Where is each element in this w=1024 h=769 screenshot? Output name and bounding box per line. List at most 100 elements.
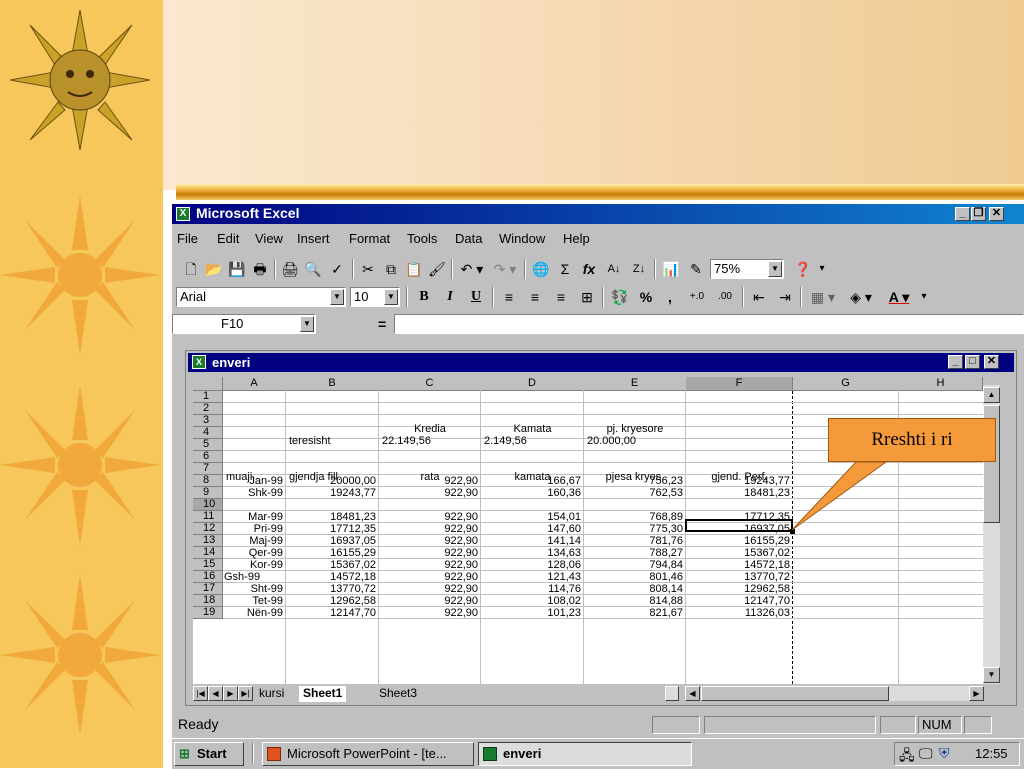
sheet-tab-sheet1[interactable]: Sheet1 [299, 686, 347, 702]
open-icon[interactable]: 📂 [204, 259, 224, 279]
cell-E12[interactable]: 775,30 [584, 524, 683, 535]
cell-A12[interactable]: Pri-99 [223, 524, 283, 535]
chart-wizard-icon[interactable]: 📊 [660, 259, 682, 279]
align-center-icon[interactable]: ≡ [524, 287, 546, 307]
next-sheet-icon[interactable]: ▶ [223, 686, 238, 701]
workbook-minimize-button[interactable]: _ [948, 355, 963, 369]
cell-A18[interactable]: Tet-99 [223, 596, 283, 607]
cell-D13[interactable]: 141,14 [481, 536, 581, 547]
sort-ascending-icon[interactable]: A↓ [603, 259, 625, 279]
cell-F19[interactable]: 11326,03 [686, 608, 790, 619]
excel-app-icon[interactable]: X [176, 207, 190, 221]
cell-A14[interactable]: Qer-99 [223, 548, 283, 559]
cell-F13[interactable]: 16155,29 [686, 536, 790, 547]
cell-D18[interactable]: 108,02 [481, 596, 581, 607]
format-painter-icon[interactable]: 🖌 [427, 259, 447, 279]
split-box[interactable] [983, 377, 1000, 385]
currency-style-icon[interactable]: 💱 [608, 287, 632, 307]
cell-E13[interactable]: 781,76 [584, 536, 683, 547]
cell-C13[interactable]: 922,90 [379, 536, 478, 547]
selected-cell-F10[interactable] [685, 519, 793, 532]
cell-D17[interactable]: 114,76 [481, 584, 581, 595]
cell-A15[interactable]: Kor-99 [223, 560, 283, 571]
minimize-button[interactable]: _ [955, 207, 970, 221]
save-icon[interactable]: 💾 [227, 259, 247, 279]
select-all-corner[interactable] [193, 377, 223, 391]
cell-B4[interactable]: teresisht [289, 436, 331, 447]
undo-icon[interactable]: ↶ ▾ [457, 259, 487, 279]
cell-B18[interactable]: 12962,58 [286, 596, 376, 607]
print-icon[interactable]: 🖨 [280, 259, 300, 279]
web-toolbar-icon[interactable]: 🌐 [530, 259, 552, 279]
cell-B13[interactable]: 16937,05 [286, 536, 376, 547]
restore-button[interactable]: ❐ [971, 207, 986, 221]
font-color-icon[interactable]: A ▾ [882, 287, 916, 307]
cell-A19[interactable]: Nën-99 [223, 608, 283, 619]
formula-input[interactable] [394, 314, 1024, 334]
cell-D3[interactable]: Kamata [483, 424, 582, 435]
column-header[interactable]: E [584, 377, 686, 391]
font-name-select[interactable]: Arial ▼ [176, 287, 346, 307]
decrease-indent-icon[interactable]: ⇤ [748, 287, 770, 307]
cut-icon[interactable]: ✂ [358, 259, 378, 279]
cell-A8[interactable]: Jan-99 [223, 476, 283, 487]
cell-C8[interactable]: 922,90 [379, 476, 478, 487]
workbook-icon[interactable]: X [192, 355, 206, 369]
cell-F10[interactable] [686, 500, 790, 511]
tray-network-icon[interactable]: 🖧 [899, 745, 915, 769]
zoom-select[interactable]: 75% ▼ [710, 259, 784, 279]
start-button[interactable]: ⊞ Start [174, 742, 244, 766]
cell-E15[interactable]: 794,84 [584, 560, 683, 571]
cell-C10[interactable] [379, 500, 478, 511]
font-size-select[interactable]: 10 ▼ [350, 287, 400, 307]
cell-B8[interactable]: 20000,00 [286, 476, 376, 487]
align-left-icon[interactable]: ≡ [498, 287, 520, 307]
menu-insert[interactable]: Insert [297, 231, 330, 246]
prev-sheet-icon[interactable]: ◀ [208, 686, 223, 701]
row-header[interactable]: 19 [193, 607, 223, 619]
cell-A16[interactable]: Gsh-99 [224, 572, 284, 583]
copy-icon[interactable]: ⧉ [381, 259, 401, 279]
column-header[interactable]: A [223, 377, 286, 391]
cell-C9[interactable]: 922,90 [379, 488, 478, 499]
cell-C15[interactable]: 922,90 [379, 560, 478, 571]
cell-C18[interactable]: 922,90 [379, 596, 478, 607]
menu-window[interactable]: Window [499, 231, 545, 246]
name-box[interactable]: F10 ▼ [172, 314, 316, 334]
cell-D15[interactable]: 128,06 [481, 560, 581, 571]
tab-split-box[interactable] [665, 686, 679, 701]
percent-style-icon[interactable]: % [636, 287, 656, 307]
excel-title-bar[interactable]: X Microsoft Excel _ ❐ ✕ [172, 204, 1024, 224]
taskbar-item-enveri[interactable]: enveri [478, 742, 692, 766]
cell-B14[interactable]: 16155,29 [286, 548, 376, 559]
autosum-icon[interactable]: Σ [555, 259, 575, 279]
new-icon[interactable]: 🗋 [182, 259, 200, 279]
chevron-down-icon[interactable]: ▼ [300, 316, 314, 332]
more-buttons-icon[interactable]: ▾ [918, 287, 930, 307]
fill-color-icon[interactable]: ◈ ▾ [844, 287, 878, 307]
cell-E4[interactable]: 20.000,00 [587, 436, 636, 447]
menu-tools[interactable]: Tools [407, 231, 437, 246]
web-print-icon[interactable]: 🖶 [250, 259, 270, 279]
cell-C12[interactable]: 922,90 [379, 524, 478, 535]
merge-center-icon[interactable]: ⊞ [576, 287, 598, 307]
decrease-decimal-icon[interactable]: .00 [712, 287, 738, 307]
horizontal-scroll-thumb[interactable] [701, 686, 889, 701]
more-buttons-icon[interactable]: ▾ [816, 259, 828, 279]
cell-E10[interactable] [584, 500, 683, 511]
cell-A10[interactable] [223, 500, 283, 511]
last-sheet-icon[interactable]: ▶| [238, 686, 253, 701]
tray-shield-icon[interactable]: ⛨ [939, 745, 950, 762]
scroll-left-arrow-icon[interactable]: ◀ [685, 686, 700, 701]
bold-icon[interactable]: B [414, 287, 434, 307]
cell-B9[interactable]: 19243,77 [286, 488, 376, 499]
cell-E9[interactable]: 762,53 [584, 488, 683, 499]
menu-edit[interactable]: Edit [217, 231, 239, 246]
cell-D14[interactable]: 134,63 [481, 548, 581, 559]
cell-F8[interactable]: 19243,77 [686, 476, 790, 487]
underline-icon[interactable]: U [466, 287, 486, 307]
column-header[interactable]: D [481, 377, 584, 391]
column-header[interactable]: G [793, 377, 899, 391]
tray-display-icon[interactable]: 🖵 [919, 745, 933, 762]
menu-file[interactable]: File [177, 231, 198, 246]
